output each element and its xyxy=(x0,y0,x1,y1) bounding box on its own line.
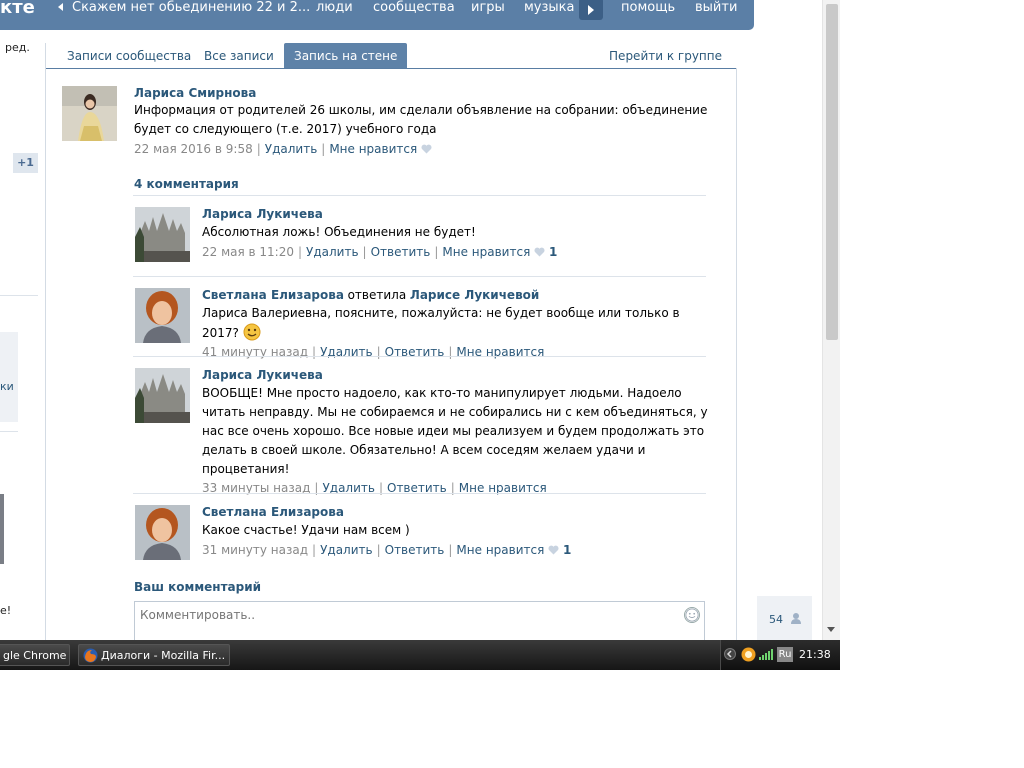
post-author-name[interactable]: Лариса Смирнова xyxy=(134,86,719,100)
nav-music[interactable]: музыка xyxy=(524,0,575,16)
back-arrow-icon[interactable] xyxy=(58,3,63,11)
comment-author[interactable]: Лариса Лукичева xyxy=(202,207,702,221)
comment-delete-link[interactable]: Удалить xyxy=(306,245,359,259)
site-logo[interactable]: кте xyxy=(0,0,35,18)
sidebar-divider xyxy=(0,295,38,296)
comment-date[interactable]: 22 мая в 11:20 xyxy=(202,245,294,259)
comment-author[interactable]: Светлана Елизарова xyxy=(202,288,344,302)
nav-people[interactable]: люди xyxy=(316,0,353,16)
comment-delete-link[interactable]: Удалить xyxy=(320,543,373,557)
firefox-icon xyxy=(83,648,98,663)
smile-emoji-icon xyxy=(243,323,261,341)
like-count[interactable]: 1 xyxy=(563,543,571,557)
taskbar-item-firefox[interactable]: Диалоги - Mozilla Fir... xyxy=(78,644,230,666)
comment-text: Какое счастье! Удачи нам всем ) xyxy=(202,523,410,537)
post-text: Информация от родителей 26 школы, им сде… xyxy=(134,103,708,136)
panel-border xyxy=(736,68,737,668)
vertical-scrollbar[interactable] xyxy=(822,0,840,640)
comment-text: Абсолютная ложь! Объединения не будет! xyxy=(202,225,476,239)
post: Лариса Смирнова Информация от родителей … xyxy=(134,86,719,156)
comments-divider xyxy=(133,195,706,196)
comment-header: Светлана Елизарова ответила Ларисе Лукич… xyxy=(202,288,712,302)
comment-author[interactable]: Светлана Елизарова xyxy=(202,505,712,519)
comment: Светлана Елизарова Какое счастье! Удачи … xyxy=(202,505,712,557)
app-tray-icon[interactable] xyxy=(741,647,756,662)
comment-like-link[interactable]: Мне нравится xyxy=(442,245,530,259)
nav-back-to-group[interactable]: Скажем нет обьединению 22 и 2... xyxy=(72,0,310,16)
comment-meta: 22 мая в 11:20 | Удалить | Ответить | Мне нрав… xyxy=(202,245,558,259)
nav-logout[interactable]: выйти xyxy=(695,0,737,16)
comment-avatar[interactable] xyxy=(135,288,190,343)
comment-reply-link[interactable]: Ответить xyxy=(371,245,431,259)
taskbar-item-chrome[interactable]: gle Chrome xyxy=(0,644,70,666)
heart-icon[interactable] xyxy=(548,545,559,555)
online-count: 54 xyxy=(769,613,783,626)
taskbar-item-label: gle Chrome xyxy=(3,649,67,662)
sidebar-partial-link[interactable]: ки xyxy=(0,380,14,393)
nav-communities[interactable]: сообщества xyxy=(373,0,455,16)
online-friends-widget[interactable]: 54 xyxy=(757,596,812,640)
scroll-down-arrow-icon[interactable] xyxy=(827,627,835,632)
sidebar-divider xyxy=(0,431,18,432)
signal-strength-icon[interactable] xyxy=(759,649,773,660)
reply-verb: ответила xyxy=(347,288,407,302)
post-delete-link[interactable]: Удалить xyxy=(265,142,318,156)
browser-viewport: кте Скажем нет обьединению 22 и 2... люд… xyxy=(0,0,840,670)
comment-divider xyxy=(133,276,706,277)
comment-meta: 31 минуту назад | Удалить | Ответить | Мне нра… xyxy=(202,543,572,557)
nav-more-button[interactable] xyxy=(579,0,603,20)
heart-icon[interactable] xyxy=(534,247,545,257)
go-to-group-link[interactable]: Перейти к группе xyxy=(609,43,722,68)
comment-text-row: Лариса Валериевна, поясните, пожалуйста:… xyxy=(202,304,712,343)
comment-text: Лариса Валериевна, поясните, пожалуйста:… xyxy=(202,306,680,340)
os-taskbar: gle Chrome Диалоги - Mozilla Fir... Ru 2… xyxy=(0,640,840,670)
user-icon xyxy=(791,613,801,624)
comment-avatar[interactable] xyxy=(135,368,190,423)
comment-date[interactable]: 31 минуту назад xyxy=(202,543,308,557)
chevron-right-icon xyxy=(588,5,594,15)
comment-input[interactable] xyxy=(140,604,660,626)
tab-community-posts[interactable]: Записи сообщества xyxy=(57,43,201,68)
tab-all-posts[interactable]: Все записи xyxy=(194,43,284,68)
post-meta: 22 мая 2016 в 9:58 | Удалить | Мне нравится xyxy=(134,142,719,156)
comment-avatar[interactable] xyxy=(135,505,190,560)
wall-tabs: Записи сообщества Все записи Запись на с… xyxy=(46,43,736,69)
comment-like-link[interactable]: Мне нравится xyxy=(456,543,544,557)
like-count[interactable]: 1 xyxy=(549,245,557,259)
sidebar-partial-text: е! xyxy=(0,604,12,617)
comment-reply-link[interactable]: Ответить xyxy=(385,543,445,557)
your-comment-label: Ваш комментарий xyxy=(134,580,262,594)
comment-avatar[interactable] xyxy=(135,207,190,262)
sidebar-block xyxy=(0,332,18,422)
panel-border xyxy=(45,43,46,643)
scrollbar-thumb[interactable] xyxy=(826,4,838,340)
emoji-picker-icon[interactable] xyxy=(684,607,700,623)
add-button[interactable]: +1 xyxy=(13,153,38,173)
edit-link[interactable]: ред. xyxy=(5,41,30,54)
chevron-left-icon[interactable] xyxy=(724,648,736,660)
comment-box[interactable] xyxy=(134,601,705,641)
comment: Лариса Лукичева ВООБЩЕ! Мне просто надое… xyxy=(202,368,712,495)
comment-text: ВООБЩЕ! Мне просто надоело, как кто-то м… xyxy=(202,386,708,476)
comment-author[interactable]: Лариса Лукичева xyxy=(202,368,712,382)
post-like-link[interactable]: Мне нравится xyxy=(329,142,417,156)
taskbar-item-label: Диалоги - Mozilla Fir... xyxy=(101,649,226,662)
top-navigation-bar: кте Скажем нет обьединению 22 и 2... люд… xyxy=(0,0,754,30)
nav-games[interactable]: игры xyxy=(471,0,505,16)
nav-help[interactable]: помощь xyxy=(621,0,675,16)
post-author-avatar[interactable] xyxy=(62,86,117,141)
post-date[interactable]: 22 мая 2016 в 9:58 xyxy=(134,142,253,156)
reply-to-link[interactable]: Ларисе Лукичевой xyxy=(410,288,539,302)
keyboard-language-indicator[interactable]: Ru xyxy=(777,647,793,662)
system-tray: Ru 21:38 xyxy=(720,640,840,670)
comments-count-header[interactable]: 4 комментария xyxy=(134,177,239,191)
comment: Светлана Елизарова ответила Ларисе Лукич… xyxy=(202,288,712,359)
heart-icon[interactable] xyxy=(421,144,432,154)
comment-divider xyxy=(133,493,706,494)
sidebar-image xyxy=(0,494,4,564)
taskbar-clock[interactable]: 21:38 xyxy=(799,648,831,661)
tab-wall-post[interactable]: Запись на стене xyxy=(284,43,408,68)
comment: Лариса Лукичева Абсолютная ложь! Объедин… xyxy=(202,207,702,259)
comment-divider xyxy=(133,356,706,357)
